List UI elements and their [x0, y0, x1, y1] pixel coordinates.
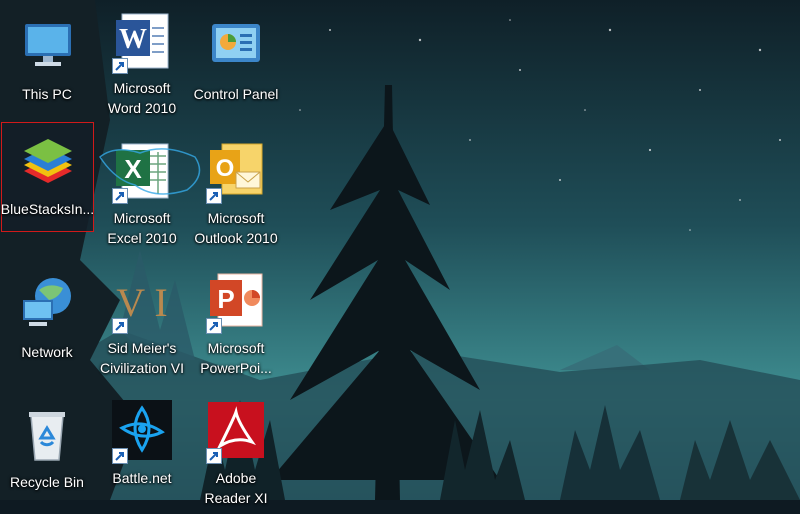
powerpoint-letter: P [217, 284, 234, 314]
bluestacks-icon [16, 129, 80, 193]
control-panel-icon [204, 14, 268, 78]
icon-label: Microsoft PowerPoi... [200, 340, 272, 376]
shortcut-arrow-icon [112, 318, 128, 334]
icon-label: This PC [22, 86, 72, 102]
desktop-icon-recycle-bin[interactable]: Recycle Bin [1, 396, 93, 514]
desktop-icon-battlenet[interactable]: Battle.net [96, 392, 188, 510]
word-letter: W [119, 24, 147, 55]
word-icon: W [110, 8, 174, 74]
desktop-icon-word-2010[interactable]: W Microsoft Word 2010 [96, 2, 188, 120]
computer-icon [15, 14, 79, 78]
icon-label: Network [21, 344, 73, 360]
outlook-letter: O [216, 155, 235, 182]
desktop-icon-network[interactable]: Network [1, 266, 93, 384]
desktop-icon-powerpoint[interactable]: P Microsoft PowerPoi... [190, 262, 282, 380]
recycle-bin-icon [15, 402, 79, 466]
shortcut-arrow-icon [206, 448, 222, 464]
desktop-icon-control-panel[interactable]: Control Panel [190, 8, 282, 126]
desktop-icon-bluestacks[interactable]: BlueStacksIn... [1, 122, 94, 232]
network-icon [15, 272, 79, 336]
desktop-icon-adobe-reader[interactable]: Adobe Reader XI [190, 392, 282, 510]
icon-label: Microsoft Excel 2010 [107, 210, 177, 246]
icon-label: Recycle Bin [10, 474, 84, 490]
battlenet-icon [110, 398, 174, 464]
icon-label: Microsoft Word 2010 [107, 80, 177, 116]
icon-label: Battle.net [112, 470, 172, 486]
outlook-icon: O [204, 138, 268, 204]
icon-label: Microsoft Outlook 2010 [194, 210, 278, 246]
desktop-icon-civilization-vi[interactable]: V I Sid Meier's Civilization VI [96, 262, 188, 380]
desktop-icon-this-pc[interactable]: This PC [1, 8, 93, 126]
shortcut-arrow-icon [206, 318, 222, 334]
icon-label: BlueStacksIn... [0, 201, 95, 217]
shortcut-arrow-icon [112, 448, 128, 464]
icon-label: Adobe Reader XI [204, 470, 268, 506]
civilization-icon: V I [110, 268, 174, 334]
drag-outline-annotation [98, 148, 201, 195]
icon-label: Sid Meier's Civilization VI [99, 340, 185, 376]
powerpoint-icon: P [204, 268, 268, 334]
adobe-reader-icon [204, 398, 268, 464]
shortcut-arrow-icon [112, 58, 128, 74]
icon-label: Control Panel [193, 86, 279, 102]
